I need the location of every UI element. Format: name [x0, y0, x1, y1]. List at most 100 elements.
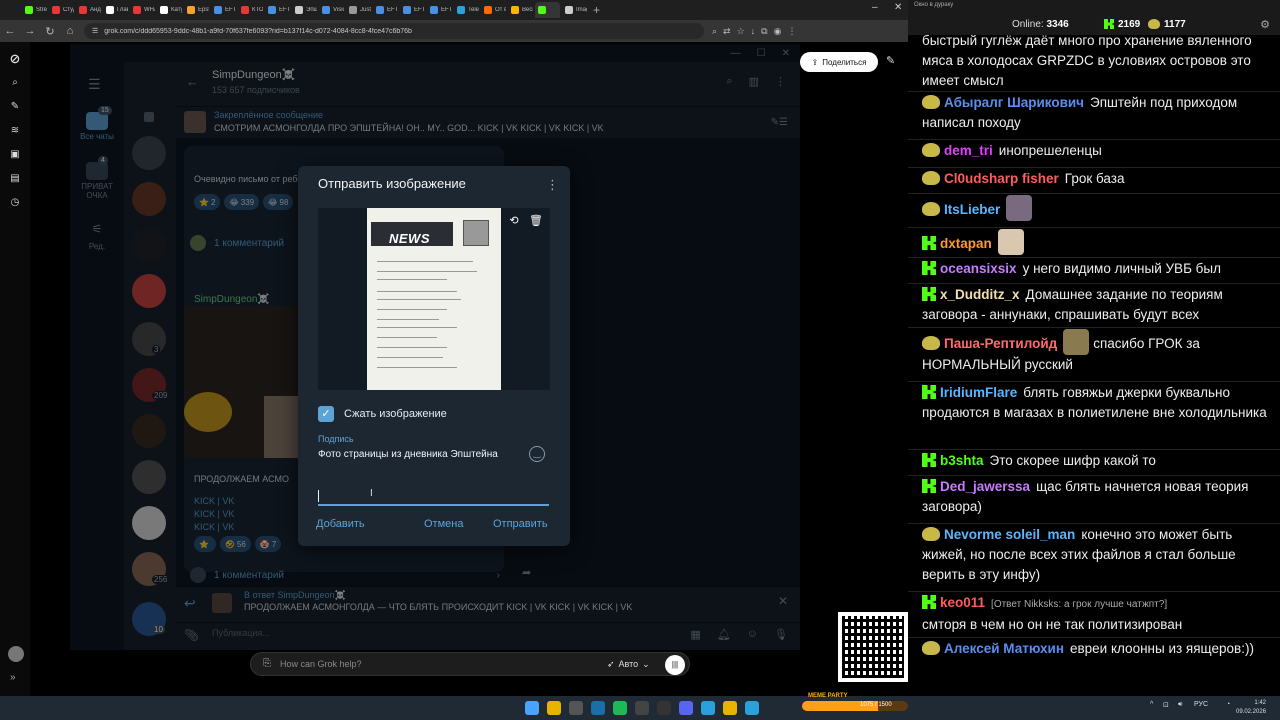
search-icon[interactable]: ⌕ [8, 76, 22, 90]
browser-tab[interactable]: Анд [76, 2, 101, 18]
chat-username[interactable]: Паша-Рептилойд [944, 336, 1057, 351]
chat-username[interactable]: ItsLieber [944, 202, 1000, 217]
chat-username[interactable]: Cl0udsharp fisher [944, 171, 1059, 186]
send-button[interactable]: Отправить [493, 518, 548, 530]
tab-favicon-icon [322, 6, 330, 14]
browser-tab[interactable]: Strea [22, 2, 47, 18]
folder-icon[interactable] [723, 701, 737, 715]
new-chat-icon[interactable]: ✎ [8, 100, 22, 114]
duck-badge-icon [922, 143, 940, 157]
chat-username[interactable]: dxtapan [940, 236, 992, 251]
chat-username[interactable]: oceansixsix [940, 261, 1017, 276]
cancel-button[interactable]: Отмена [424, 518, 463, 530]
expand-sidebar-icon[interactable]: » [10, 672, 16, 683]
replace-image-icon[interactable]: ⟲ [506, 213, 522, 229]
browser-menu-icon[interactable]: ⋮ [787, 26, 796, 37]
voice-mode-icon[interactable]: ||| [665, 655, 685, 675]
notification-icon[interactable]: ◔ [1226, 701, 1230, 708]
browser-tab[interactable]: Epste [184, 2, 209, 18]
voice-icon[interactable]: ≋ [8, 124, 22, 138]
grok-prompt-input[interactable]: How can Grok help? [280, 659, 362, 669]
site-info-icon[interactable]: ☰ [92, 27, 98, 35]
dialog-menu-icon[interactable]: ⋮ [546, 177, 559, 193]
back-icon[interactable]: ← [0, 25, 20, 37]
discord-icon[interactable] [679, 701, 693, 715]
attach-icon[interactable]: ⎘ [263, 658, 271, 669]
caption-text[interactable]: Фото страницы из дневника Эпштейна [318, 448, 514, 461]
reload-icon[interactable]: ↻ [40, 25, 60, 38]
download-icon[interactable]: ↓ [751, 26, 756, 37]
bookmark-star-icon[interactable]: ☆ [737, 26, 745, 37]
browser-tab[interactable]: EFTA [400, 2, 425, 18]
edit-icon[interactable]: ✎ [886, 54, 895, 67]
compress-option[interactable]: ✓ Сжать изображение [318, 406, 447, 422]
browser-tab[interactable]: WHA [130, 2, 155, 18]
browser-tab[interactable]: EFTA [373, 2, 398, 18]
compress-checkbox[interactable]: ✓ [318, 406, 334, 422]
media-player-icon[interactable] [657, 701, 671, 715]
chat-username[interactable]: dem_tri [944, 143, 993, 158]
chat-message: ItsLieber [922, 195, 1274, 221]
browser-tab[interactable]: Imagi [562, 2, 587, 18]
telegram-icon[interactable] [701, 701, 715, 715]
browser-tab[interactable]: Teleg [454, 2, 479, 18]
windows-start-icon[interactable] [525, 701, 539, 715]
network-icon[interactable]: ⊡ [1163, 701, 1169, 709]
history-icon[interactable]: ◷ [8, 196, 22, 210]
browser-tab[interactable]: Студ [49, 2, 74, 18]
volume-icon[interactable]: 🔊︎ [1178, 701, 1182, 709]
caption-input[interactable]: I [318, 488, 549, 506]
obs-icon[interactable] [635, 701, 649, 715]
chat-username[interactable]: keo011 [940, 595, 985, 610]
delete-image-icon[interactable]: 🗑︎ [528, 213, 544, 229]
browser-tab[interactable]: Justic [346, 2, 371, 18]
browser-tab[interactable]: От в [481, 2, 506, 18]
file-explorer-icon[interactable] [569, 701, 583, 715]
minimize-icon[interactable]: – [872, 2, 878, 13]
language-indicator[interactable]: РУС [1194, 701, 1208, 708]
forward-icon[interactable]: → [20, 25, 40, 37]
close-window-icon[interactable]: ✕ [894, 2, 902, 13]
chat-username[interactable]: Алексей Матюхин [944, 641, 1064, 656]
chat-username[interactable]: IridiumFlare [940, 385, 1017, 400]
chrome-icon[interactable] [547, 701, 561, 715]
chat-username[interactable]: b3shta [940, 453, 984, 468]
browser-tab[interactable]: КТО [238, 2, 263, 18]
chat-username[interactable]: Ded_jawerssa [940, 479, 1030, 494]
browser-tab[interactable]: EFTA [427, 2, 452, 18]
projects-icon[interactable]: ▤ [8, 172, 22, 186]
profile-icon[interactable]: ◉ [774, 26, 782, 37]
address-bar[interactable]: ☰ grok.com/c/ddd65953-9ddc-48b1-a9fd-70f… [84, 23, 704, 39]
image-preview[interactable]: NEWS ⟲ 🗑︎ [318, 208, 550, 390]
chat-username[interactable]: Абыралг Шарикович [944, 95, 1084, 110]
emoji-icon[interactable]: ‿ [529, 446, 545, 462]
steam-icon[interactable] [591, 701, 605, 715]
translate-icon[interactable]: ⇄ [723, 26, 731, 37]
browser-toolbar: ← → ↻ ⌂ ☰ grok.com/c/ddd65953-9ddc-48b1-… [0, 20, 908, 42]
mode-selector[interactable]: ➶ Авто ⌄ [607, 659, 650, 670]
clock[interactable]: 1:42 09.02.2026 [1236, 699, 1266, 717]
home-icon[interactable]: ⌂ [60, 25, 80, 37]
browser-tab[interactable]: EFTA [265, 2, 290, 18]
browser-tab[interactable] [535, 2, 560, 18]
app-icon[interactable] [745, 701, 759, 715]
imagine-icon[interactable]: ▣ [8, 148, 22, 162]
gear-icon[interactable]: ⚙ [1260, 18, 1270, 31]
browser-tab[interactable]: Катус [157, 2, 182, 18]
spotify-icon[interactable] [613, 701, 627, 715]
browser-tab[interactable]: Visio [319, 2, 344, 18]
extensions-icon[interactable]: ⧉ [761, 26, 767, 37]
tray-overflow-icon[interactable]: ^ [1150, 701, 1153, 708]
grok-logo-icon[interactable]: ⊘ [8, 52, 22, 66]
browser-tab[interactable]: Глав [103, 2, 128, 18]
zoom-icon[interactable]: ⌕ [712, 26, 717, 37]
avatar[interactable] [8, 646, 24, 662]
chat-username[interactable]: x_Dudditz_x [940, 287, 1020, 302]
chat-username[interactable]: Nevorme soleil_man [944, 527, 1075, 542]
browser-tab[interactable]: Эпш [292, 2, 317, 18]
share-button[interactable]: ⇪ Поделиться [800, 52, 878, 72]
browser-tab[interactable]: Весь [508, 2, 533, 18]
browser-tab[interactable]: EFTA [211, 2, 236, 18]
add-button[interactable]: Добавить [316, 518, 365, 530]
new-tab-icon[interactable]: + [593, 3, 600, 17]
